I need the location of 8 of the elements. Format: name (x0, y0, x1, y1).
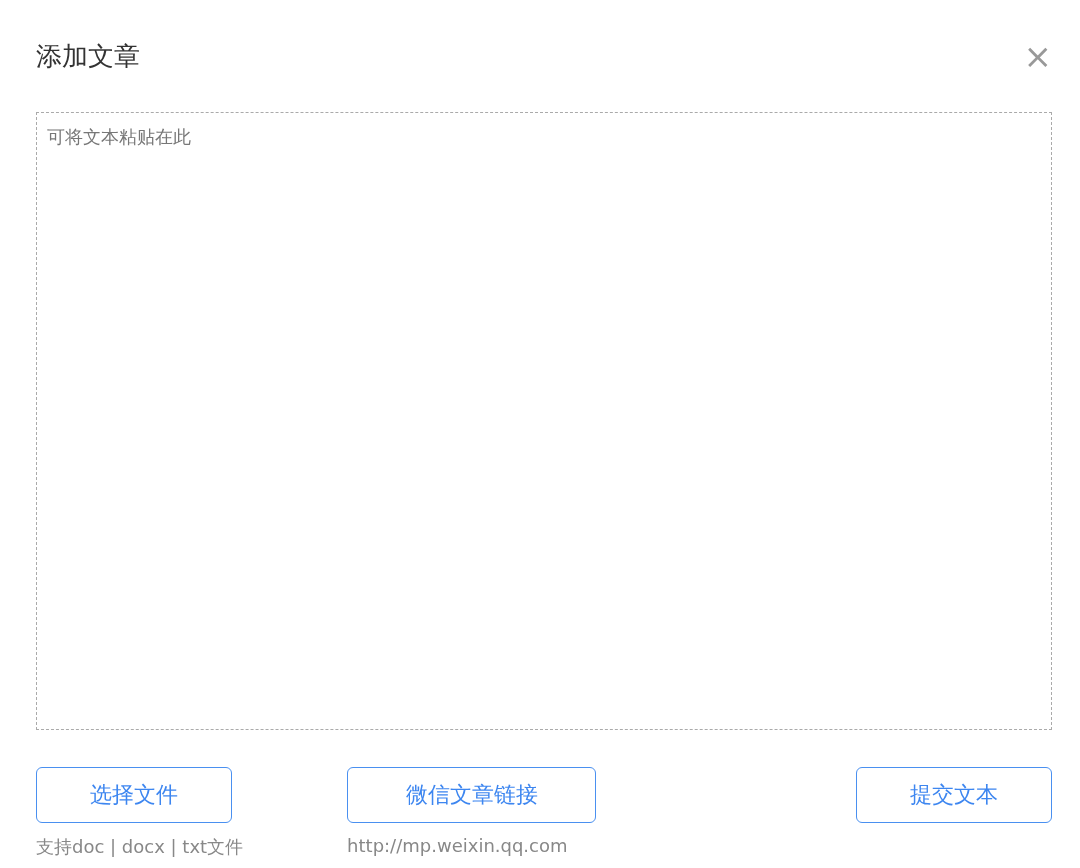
dialog-title: 添加文章 (36, 39, 140, 73)
action-button[interactable]: 微信文章链接 (347, 767, 597, 823)
close-button[interactable]: × (1023, 39, 1052, 73)
action-button[interactable]: 选择文件 (36, 767, 232, 823)
text-input-area[interactable]: 可将文本粘贴在此 (36, 112, 1052, 730)
hint-text: http://mp.weixin.qq.com (347, 835, 568, 856)
action-button[interactable]: 提交文本 (856, 767, 1052, 823)
hint-text: 支持doc | docx | txt文件 (36, 835, 244, 859)
